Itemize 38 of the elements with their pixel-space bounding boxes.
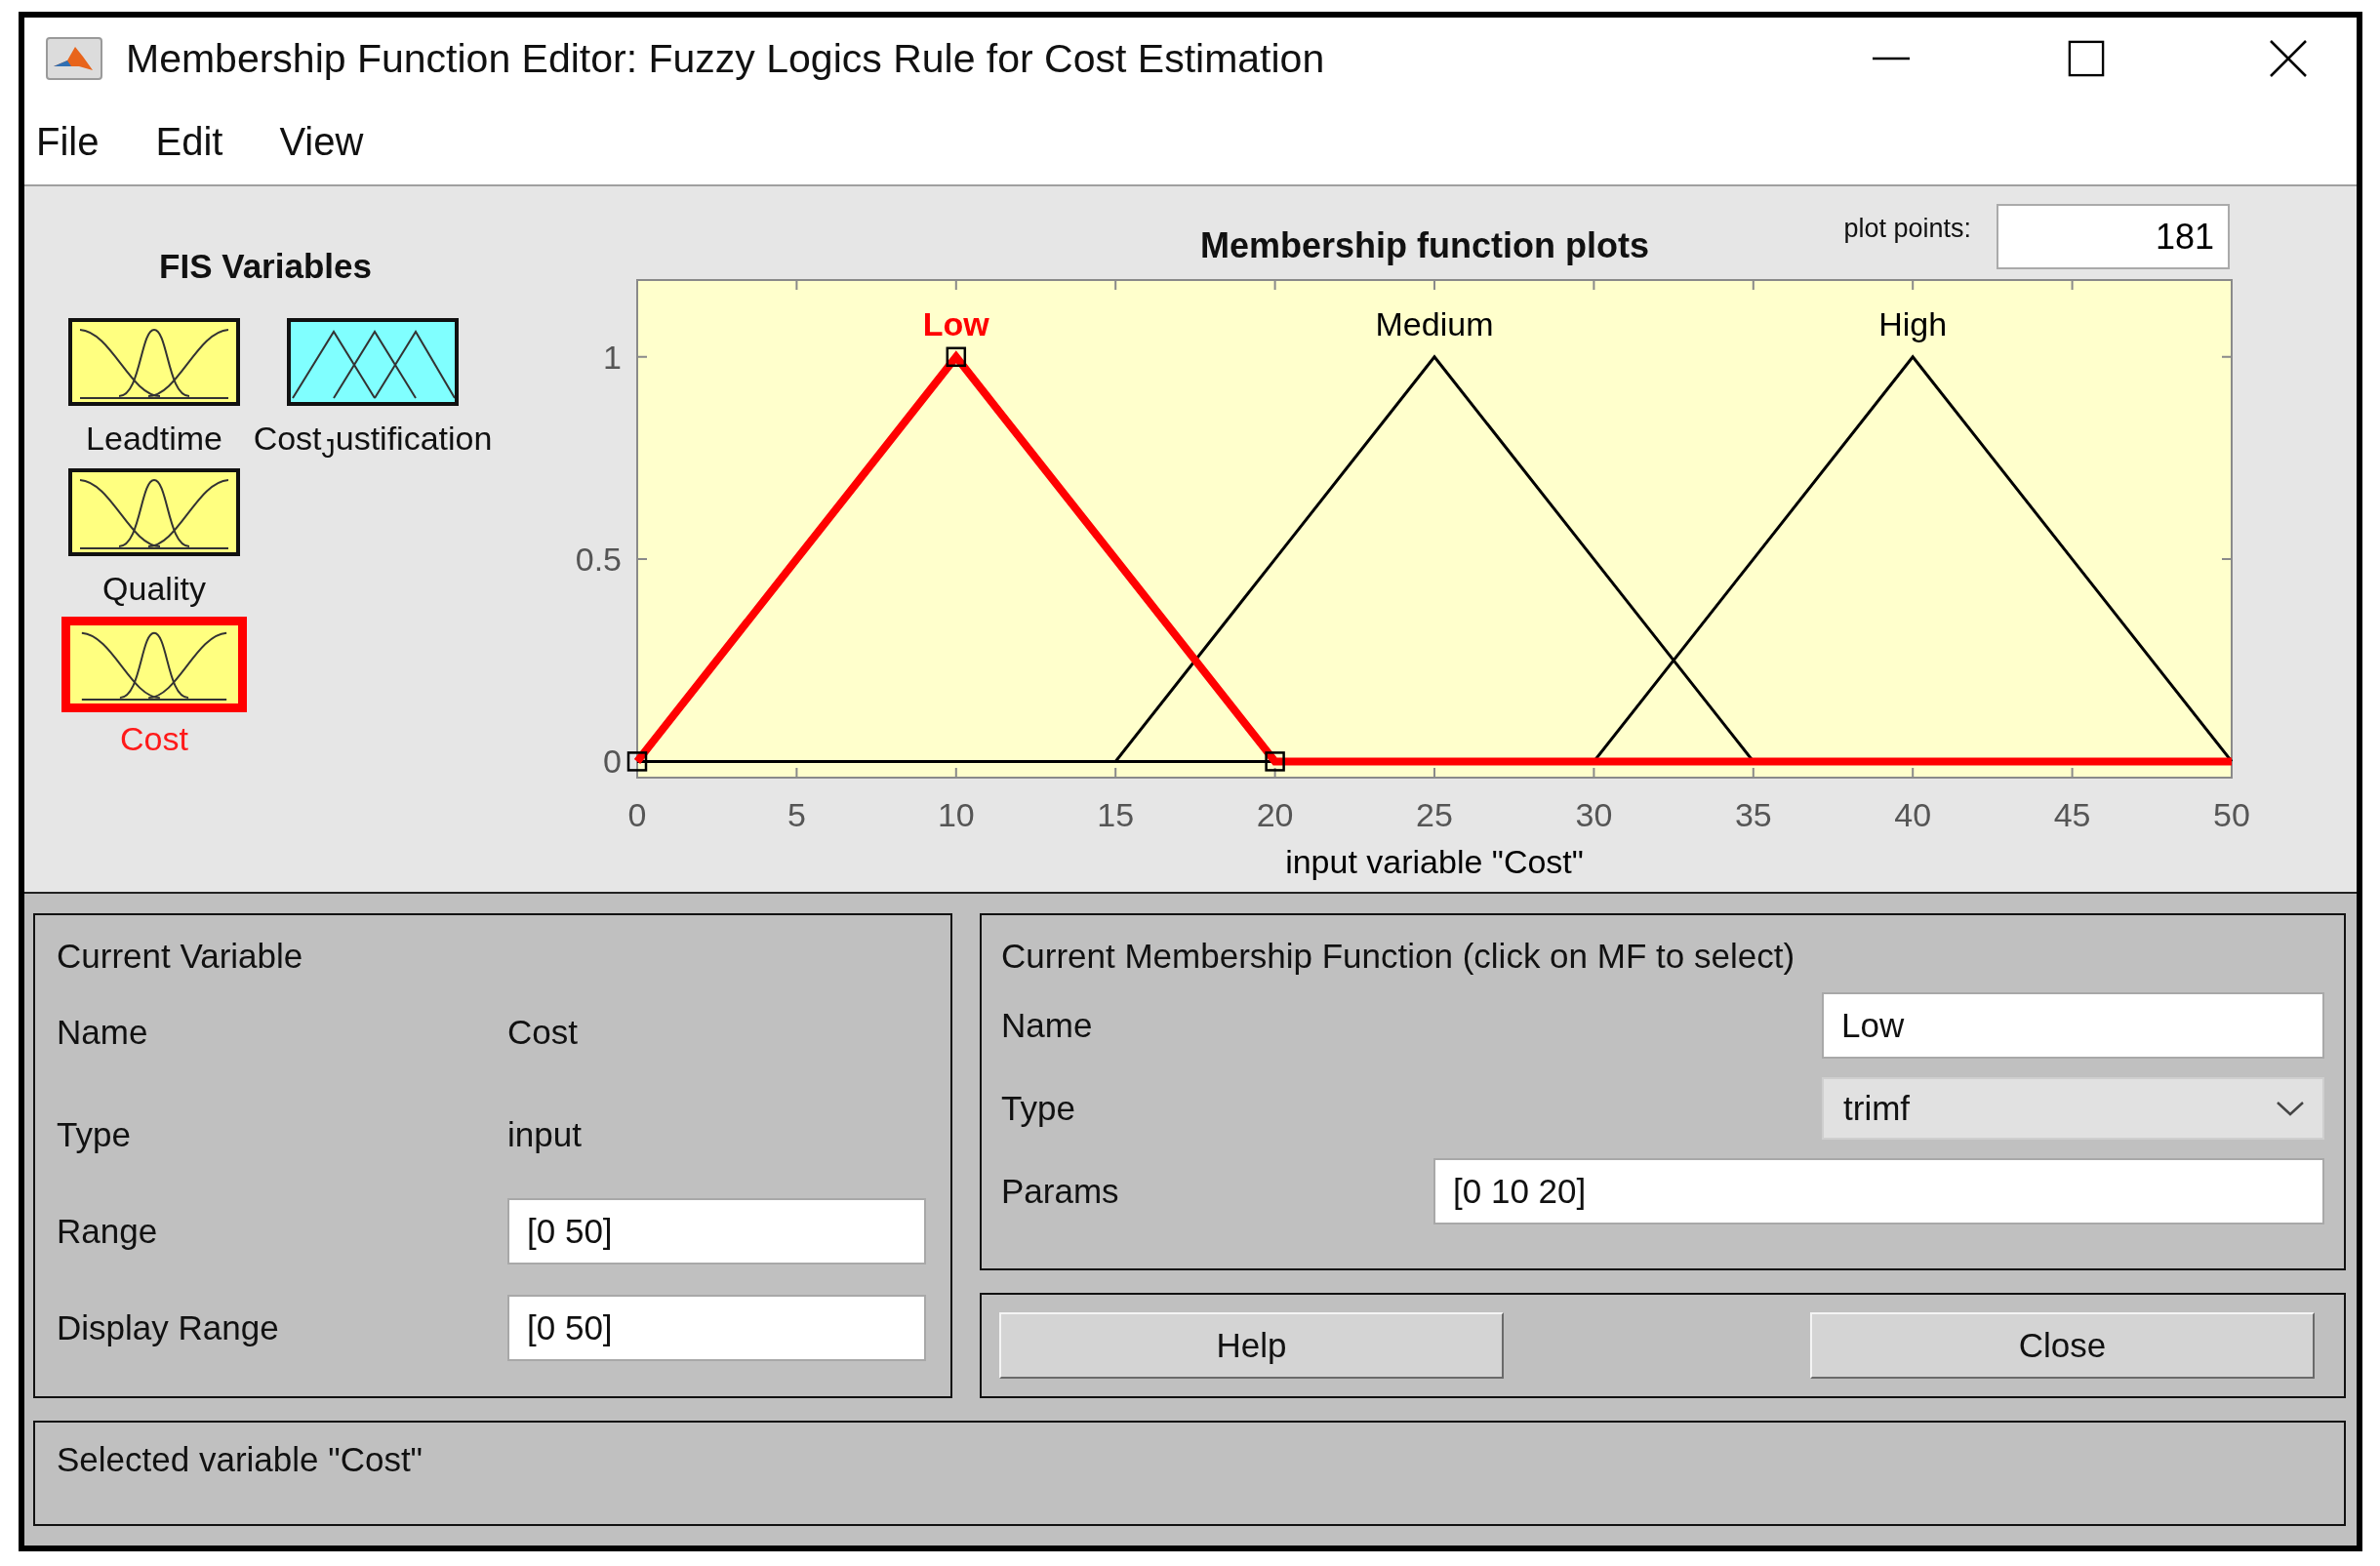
y-tick-label: 0.5 <box>575 541 622 579</box>
x-tick-label: 20 <box>1256 796 1294 833</box>
x-tick-label: 50 <box>2213 796 2250 833</box>
plot-title: Membership function plots <box>1200 225 1649 266</box>
x-tick-label: 10 <box>937 796 975 833</box>
field-label: Display Range <box>57 1307 280 1347</box>
x-tick-label: 25 <box>1416 796 1453 833</box>
variable-label: Cost <box>120 720 188 757</box>
x-tick-label: 0 <box>627 796 647 833</box>
x-tick-label: 30 <box>1575 796 1613 833</box>
curve-label: Medium <box>1375 304 1494 342</box>
field-label: Type <box>57 1114 132 1154</box>
variable-label: Cost$_{J}$ustification <box>253 420 493 465</box>
field-label: Name <box>1001 1005 1094 1045</box>
variable-label: Leadtime <box>86 420 222 457</box>
x-tick-label: 5 <box>787 796 806 833</box>
status-message: Selected variable "Cost" <box>57 1440 424 1478</box>
fis-variables-title: FIS Variables <box>159 247 372 286</box>
panel-title: Current Membership Function (click on MF to select) <box>1001 936 1796 977</box>
field-value: Cost <box>507 1012 578 1052</box>
x-axis-label: input variable "Cost" <box>1285 843 1584 880</box>
window-title: Membership Function Editor: Fuzzy Logics Rule for Cost Estimation <box>126 35 1325 82</box>
x-tick-label: 35 <box>1734 796 1772 833</box>
variable-label: Quality <box>102 570 206 607</box>
y-tick-label: 0 <box>603 743 622 781</box>
field-label: Range <box>57 1211 159 1251</box>
field-label: Type <box>1001 1088 1076 1128</box>
x-tick-label: 45 <box>2053 796 2091 833</box>
curve-label: Low <box>922 304 989 342</box>
plot-points-label: plot points: <box>1843 214 1971 244</box>
y-tick-label: 1 <box>603 338 622 376</box>
field-label: Name <box>57 1012 149 1052</box>
field-value: input <box>507 1114 582 1154</box>
field-label: Params <box>1001 1171 1120 1211</box>
panel-title: Current Variable <box>57 936 304 977</box>
x-tick-label: 15 <box>1097 796 1135 833</box>
x-tick-label: 40 <box>1894 796 1932 833</box>
curve-label: High <box>1878 304 1948 342</box>
